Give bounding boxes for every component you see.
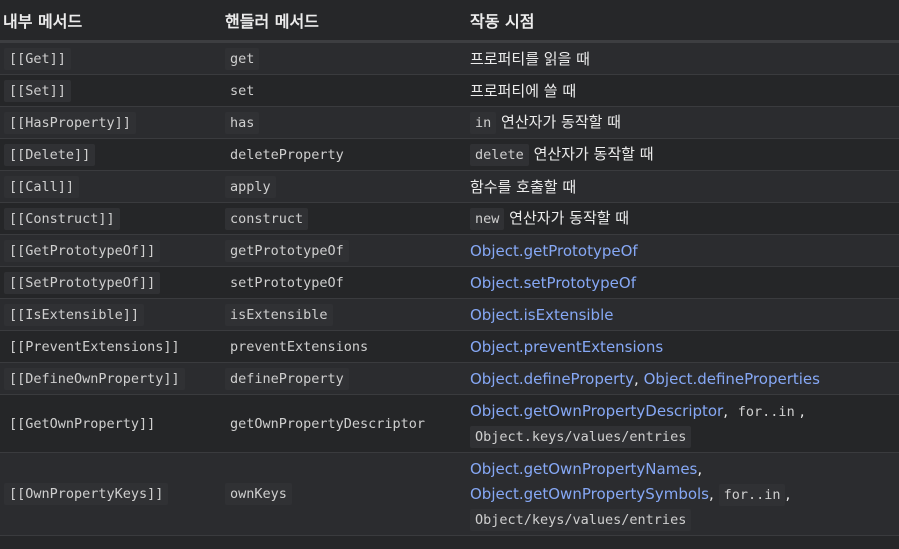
mdn-link[interactable]: Object.getOwnPropertyDescriptor	[470, 402, 723, 420]
handler-method-code: getOwnPropertyDescriptor	[230, 415, 426, 432]
object-keys-code: Object.keys/values/entries	[470, 425, 692, 448]
internal-method-code: [[PreventExtensions]]	[9, 338, 180, 355]
table-row: [[Get]] get 프로퍼티를 읽을 때	[0, 41, 899, 75]
table-row: [[PreventExtensions]] preventExtensions …	[0, 330, 899, 363]
internal-method-code: [[Construct]]	[4, 207, 120, 230]
internal-method-code: [[Delete]]	[4, 143, 96, 166]
for-in-code: for..in	[737, 403, 795, 420]
trigger-text: 프로퍼티에 쓸 때	[470, 82, 577, 100]
handler-method-code: apply	[225, 175, 276, 198]
table-row: [[Call]] apply 함수를 호출할 때	[0, 170, 899, 203]
table-header-row: 내부 메서드 핸들러 메서드 작동 시점	[0, 0, 899, 43]
trigger-operator-code: in	[470, 112, 497, 134]
internal-method-code: [[Call]]	[4, 175, 80, 198]
handler-method-code: set	[230, 82, 255, 99]
internal-method-code: [[SetPrototypeOf]]	[4, 271, 161, 294]
table-row: [[Set]] set 프로퍼티에 쓸 때	[0, 74, 899, 107]
trigger-text: 연산자가 동작할 때	[509, 209, 630, 227]
header-internal-method: 내부 메서드	[0, 0, 220, 43]
mdn-link[interactable]: Object.getPrototypeOf	[470, 242, 638, 260]
table-row: [[HasProperty]] has in 연산자가 동작할 때	[0, 106, 899, 139]
separator-comma: ,	[697, 459, 703, 478]
handler-method-code: preventExtensions	[230, 338, 369, 355]
separator-comma: ,	[634, 369, 639, 388]
internal-method-code: [[DefineOwnProperty]]	[4, 367, 185, 390]
header-handler-method: 핸들러 메서드	[220, 0, 465, 43]
separator-comma: ,	[723, 401, 729, 420]
table-row: [[OwnPropertyKeys]] ownKeys Object.getOw…	[0, 452, 899, 536]
separator-comma: ,	[799, 401, 805, 420]
internal-method-code: [[GetPrototypeOf]]	[4, 239, 161, 262]
table-row: [[GetPrototypeOf]] getPrototypeOf Object…	[0, 234, 899, 267]
handler-method-code: deleteProperty	[230, 146, 344, 163]
header-trigger: 작동 시점	[465, 0, 899, 43]
handler-method-code: has	[225, 111, 260, 134]
trigger-text: 함수를 호출할 때	[470, 178, 577, 196]
handler-method-code: get	[225, 47, 260, 70]
internal-method-code: [[GetOwnProperty]]	[9, 415, 156, 432]
mdn-link[interactable]: Object.getOwnPropertySymbols	[470, 485, 709, 503]
internal-method-code: [[OwnPropertyKeys]]	[4, 483, 169, 505]
internal-method-code: [[Get]]	[4, 47, 71, 70]
proxy-trap-table: 내부 메서드 핸들러 메서드 작동 시점 [[Get]] get 프로퍼티를 읽…	[0, 0, 899, 536]
table-row: [[SetPrototypeOf]] setPrototypeOf Object…	[0, 266, 899, 299]
trigger-operator-code: delete	[470, 144, 529, 166]
handler-method-code: getPrototypeOf	[225, 239, 349, 262]
handler-method-code: setPrototypeOf	[230, 274, 344, 291]
mdn-link[interactable]: Object.setPrototypeOf	[470, 274, 636, 292]
table-row: [[Delete]] deleteProperty delete 연산자가 동작…	[0, 138, 899, 171]
separator-comma: ,	[709, 484, 714, 503]
internal-method-code: [[HasProperty]]	[4, 111, 136, 134]
trigger-text: 연산자가 동작할 때	[533, 145, 654, 163]
mdn-link[interactable]: Object.getOwnPropertyNames	[470, 460, 697, 478]
mdn-link[interactable]: Object.isExtensible	[470, 306, 613, 324]
handler-method-code: isExtensible	[225, 303, 333, 326]
mdn-link[interactable]: Object.preventExtensions	[470, 338, 663, 356]
table-row: [[IsExtensible]] isExtensible Object.isE…	[0, 298, 899, 331]
trigger-text: 프로퍼티를 읽을 때	[470, 50, 590, 68]
table-row: [[GetOwnProperty]] getOwnPropertyDescrip…	[0, 394, 899, 453]
trigger-operator-code: new	[470, 208, 505, 230]
trigger-text: 연산자가 동작할 때	[501, 113, 621, 131]
table-row: [[Construct]] construct new 연산자가 동작할 때	[0, 202, 899, 235]
mdn-link[interactable]: Object.defineProperties	[644, 370, 820, 388]
handler-method-code: ownKeys	[225, 483, 292, 505]
table-row: [[DefineOwnProperty]] defineProperty Obj…	[0, 362, 899, 395]
internal-method-code: [[Set]]	[4, 79, 71, 102]
separator-comma: ,	[785, 484, 791, 503]
mdn-link[interactable]: Object.defineProperty	[470, 370, 634, 388]
for-in-code: for..in	[718, 483, 786, 506]
handler-method-code: construct	[225, 207, 309, 230]
internal-method-code: [[IsExtensible]]	[4, 303, 145, 326]
handler-method-code: defineProperty	[225, 367, 349, 390]
object-keys-code: Object/keys/values/entries	[470, 508, 692, 531]
